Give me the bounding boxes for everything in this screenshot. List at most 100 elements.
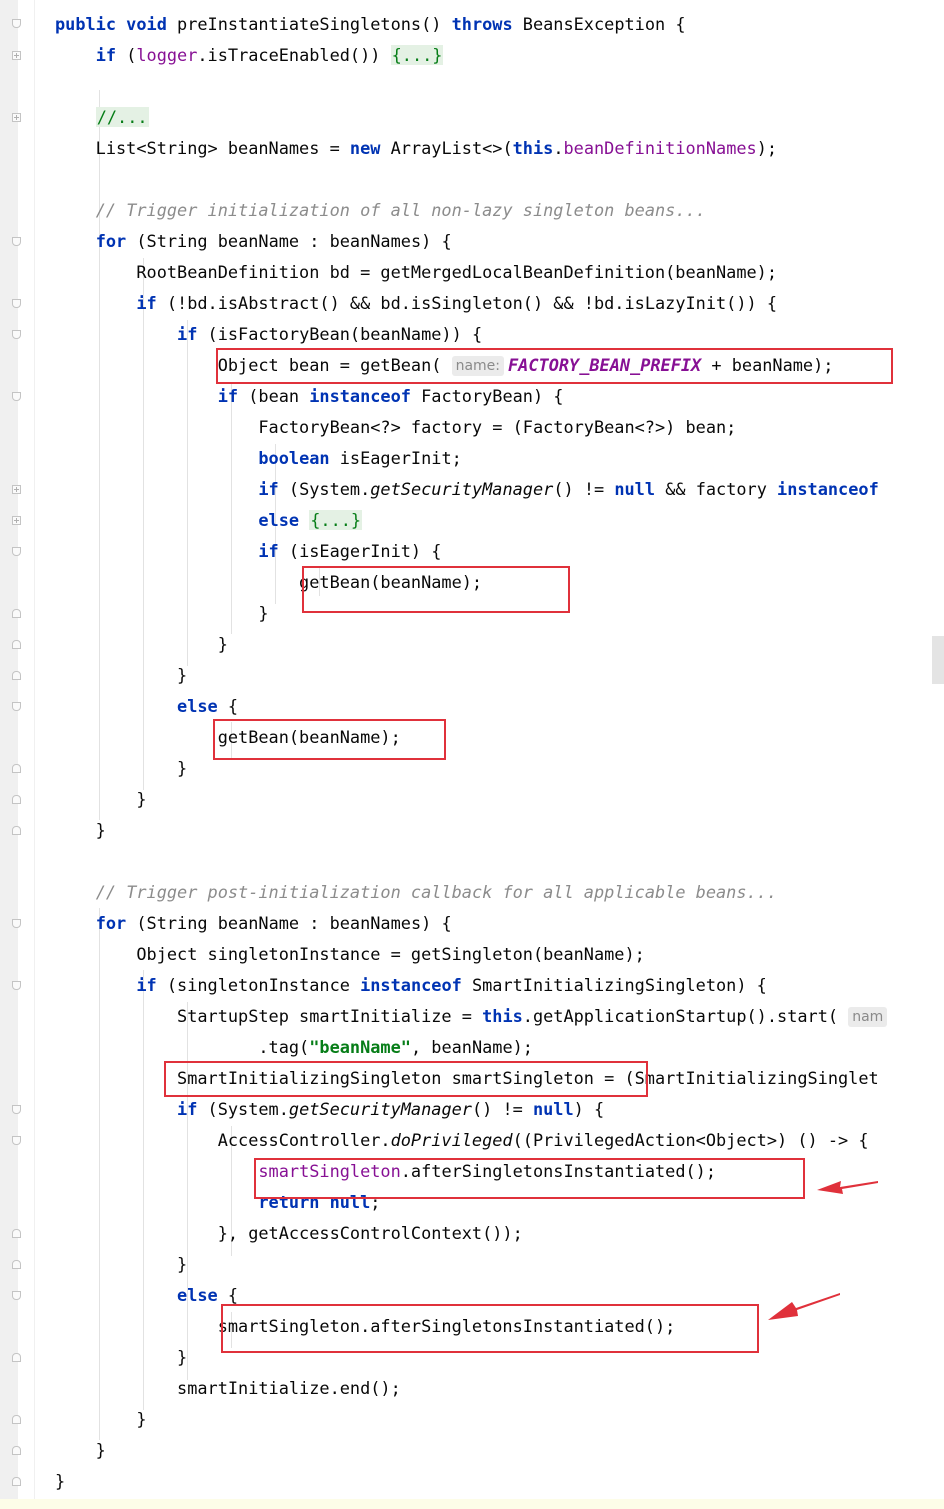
code-line[interactable]: RootBeanDefinition bd = getMergedLocalBe…	[55, 257, 777, 288]
code-line[interactable]: .tag("beanName", beanName);	[55, 1032, 533, 1063]
collapse-fold-icon[interactable]	[12, 547, 21, 556]
collapse-fold-icon[interactable]	[12, 1446, 21, 1455]
code-token: for	[95, 231, 137, 251]
collapse-fold-icon[interactable]	[12, 981, 21, 990]
collapse-fold-icon[interactable]	[12, 1105, 21, 1114]
collapse-fold-icon[interactable]	[12, 826, 21, 835]
code-line[interactable]: FactoryBean<?> factory = (FactoryBean<?>…	[55, 412, 736, 443]
code-line[interactable]: for (String beanName : beanNames) {	[55, 908, 452, 939]
code-token: RootBeanDefinition bd = getMergedLocalBe…	[55, 262, 778, 282]
code-line[interactable]: }	[55, 1249, 187, 1280]
code-line[interactable]: else {	[55, 691, 238, 722]
code-line[interactable]: Object singletonInstance = getSingleton(…	[55, 939, 644, 970]
collapse-fold-icon[interactable]	[12, 609, 21, 618]
code-line[interactable]: }	[55, 1342, 187, 1373]
code-line[interactable]: }	[55, 1404, 146, 1435]
collapse-fold-icon[interactable]	[12, 330, 21, 339]
gutter	[0, 0, 18, 1509]
gutter-separator	[34, 0, 35, 1509]
code-token: preInstantiateSingletons()	[177, 14, 452, 34]
code-line[interactable]: //...	[55, 102, 149, 133]
code-line[interactable]: }, getAccessControlContext());	[55, 1218, 523, 1249]
collapse-fold-icon[interactable]	[12, 299, 21, 308]
collapse-fold-icon[interactable]	[12, 392, 21, 401]
code-line[interactable]: }	[55, 629, 228, 660]
code-line[interactable]: if (!bd.isAbstract() && bd.isSingleton()…	[55, 288, 777, 319]
code-token: }	[55, 820, 106, 840]
code-line[interactable]: }	[55, 815, 106, 846]
code-token: isEagerInit;	[339, 448, 462, 468]
collapse-fold-icon[interactable]	[12, 1136, 21, 1145]
expand-fold-icon[interactable]	[12, 485, 21, 494]
code-token: }	[55, 1440, 106, 1460]
code-line[interactable]: }	[55, 753, 187, 784]
code-line[interactable]: AccessController.doPrivileged((Privilege…	[55, 1125, 869, 1156]
collapse-fold-icon[interactable]	[12, 671, 21, 680]
code-line[interactable]: }	[55, 1466, 65, 1497]
code-line[interactable]: }	[55, 598, 268, 629]
folded-region[interactable]: {...}	[390, 45, 444, 65]
collapse-fold-icon[interactable]	[12, 1291, 21, 1300]
collapse-fold-icon[interactable]	[12, 1353, 21, 1362]
collapse-fold-icon[interactable]	[12, 702, 21, 711]
code-token: }	[55, 1471, 66, 1491]
code-line[interactable]: if (bean instanceof FactoryBean) {	[55, 381, 564, 412]
folded-region[interactable]: {...}	[309, 510, 363, 530]
code-token: if	[177, 324, 208, 344]
code-line[interactable]: if (System.getSecurityManager() != null …	[55, 474, 878, 505]
collapse-fold-icon[interactable]	[12, 1477, 21, 1486]
code-line[interactable]: else {	[55, 1280, 238, 1311]
code-token: }	[55, 789, 147, 809]
code-line[interactable]: if (isFactoryBean(beanName)) {	[55, 319, 482, 350]
code-line[interactable]: }	[55, 660, 187, 691]
code-line[interactable]: // Trigger post-initialization callback …	[55, 877, 777, 908]
code-line[interactable]: StartupStep smartInitialize = this.getAp…	[55, 1001, 891, 1032]
collapse-fold-icon[interactable]	[12, 1415, 21, 1424]
code-line[interactable]: if (isEagerInit) {	[55, 536, 441, 567]
scrollbar-thumb[interactable]	[932, 636, 944, 684]
collapse-fold-icon[interactable]	[12, 795, 21, 804]
collapse-fold-icon[interactable]	[12, 1260, 21, 1269]
code-line[interactable]: smartInitialize.end();	[55, 1373, 401, 1404]
code-token: List<String> beanNames =	[55, 138, 350, 158]
code-token: // Trigger initialization of all non-laz…	[95, 200, 706, 220]
code-line[interactable]: // Trigger initialization of all non-laz…	[55, 195, 706, 226]
collapse-fold-icon[interactable]	[12, 1229, 21, 1238]
highlight-box-else-getbean	[213, 719, 446, 760]
code-token: (!bd.isAbstract() && bd.isSingleton() &&…	[166, 293, 778, 313]
code-editor[interactable]: public void preInstantiateSingletons() t…	[0, 0, 944, 1509]
code-line[interactable]: public void preInstantiateSingletons() t…	[55, 9, 686, 40]
code-line[interactable]: for (String beanName : beanNames) {	[55, 226, 452, 257]
collapse-fold-icon[interactable]	[12, 237, 21, 246]
collapse-fold-icon[interactable]	[12, 19, 21, 28]
folded-region[interactable]: //...	[95, 107, 149, 127]
expand-fold-icon[interactable]	[12, 113, 21, 122]
code-token: }	[55, 1347, 188, 1367]
code-token: AccessController.	[55, 1130, 391, 1150]
code-line[interactable]: boolean isEagerInit;	[55, 443, 462, 474]
expand-fold-icon[interactable]	[12, 516, 21, 525]
code-token: if	[258, 541, 289, 561]
collapse-fold-icon[interactable]	[12, 919, 21, 928]
collapse-fold-icon[interactable]	[12, 640, 21, 649]
code-token: () !=	[471, 1099, 533, 1119]
code-line[interactable]: if (logger.isTraceEnabled()) {...}	[55, 40, 444, 71]
code-line[interactable]: }	[55, 1435, 106, 1466]
code-line[interactable]: if (System.getSecurityManager() != null)…	[55, 1094, 604, 1125]
code-line[interactable]: }	[55, 784, 147, 815]
code-token: this	[482, 1006, 523, 1026]
collapse-fold-icon[interactable]	[12, 764, 21, 773]
code-token: (bean	[248, 386, 310, 406]
highlight-box-eager-getbean	[302, 566, 570, 613]
code-token: .tag(	[55, 1037, 310, 1057]
code-line[interactable]: if (singletonInstance instanceof SmartIn…	[55, 970, 767, 1001]
code-token: getSecurityManager	[288, 1099, 472, 1119]
expand-fold-icon[interactable]	[12, 51, 21, 60]
code-line[interactable]: else {...}	[55, 505, 363, 536]
code-line[interactable]: List<String> beanNames = new ArrayList<>…	[55, 133, 777, 164]
